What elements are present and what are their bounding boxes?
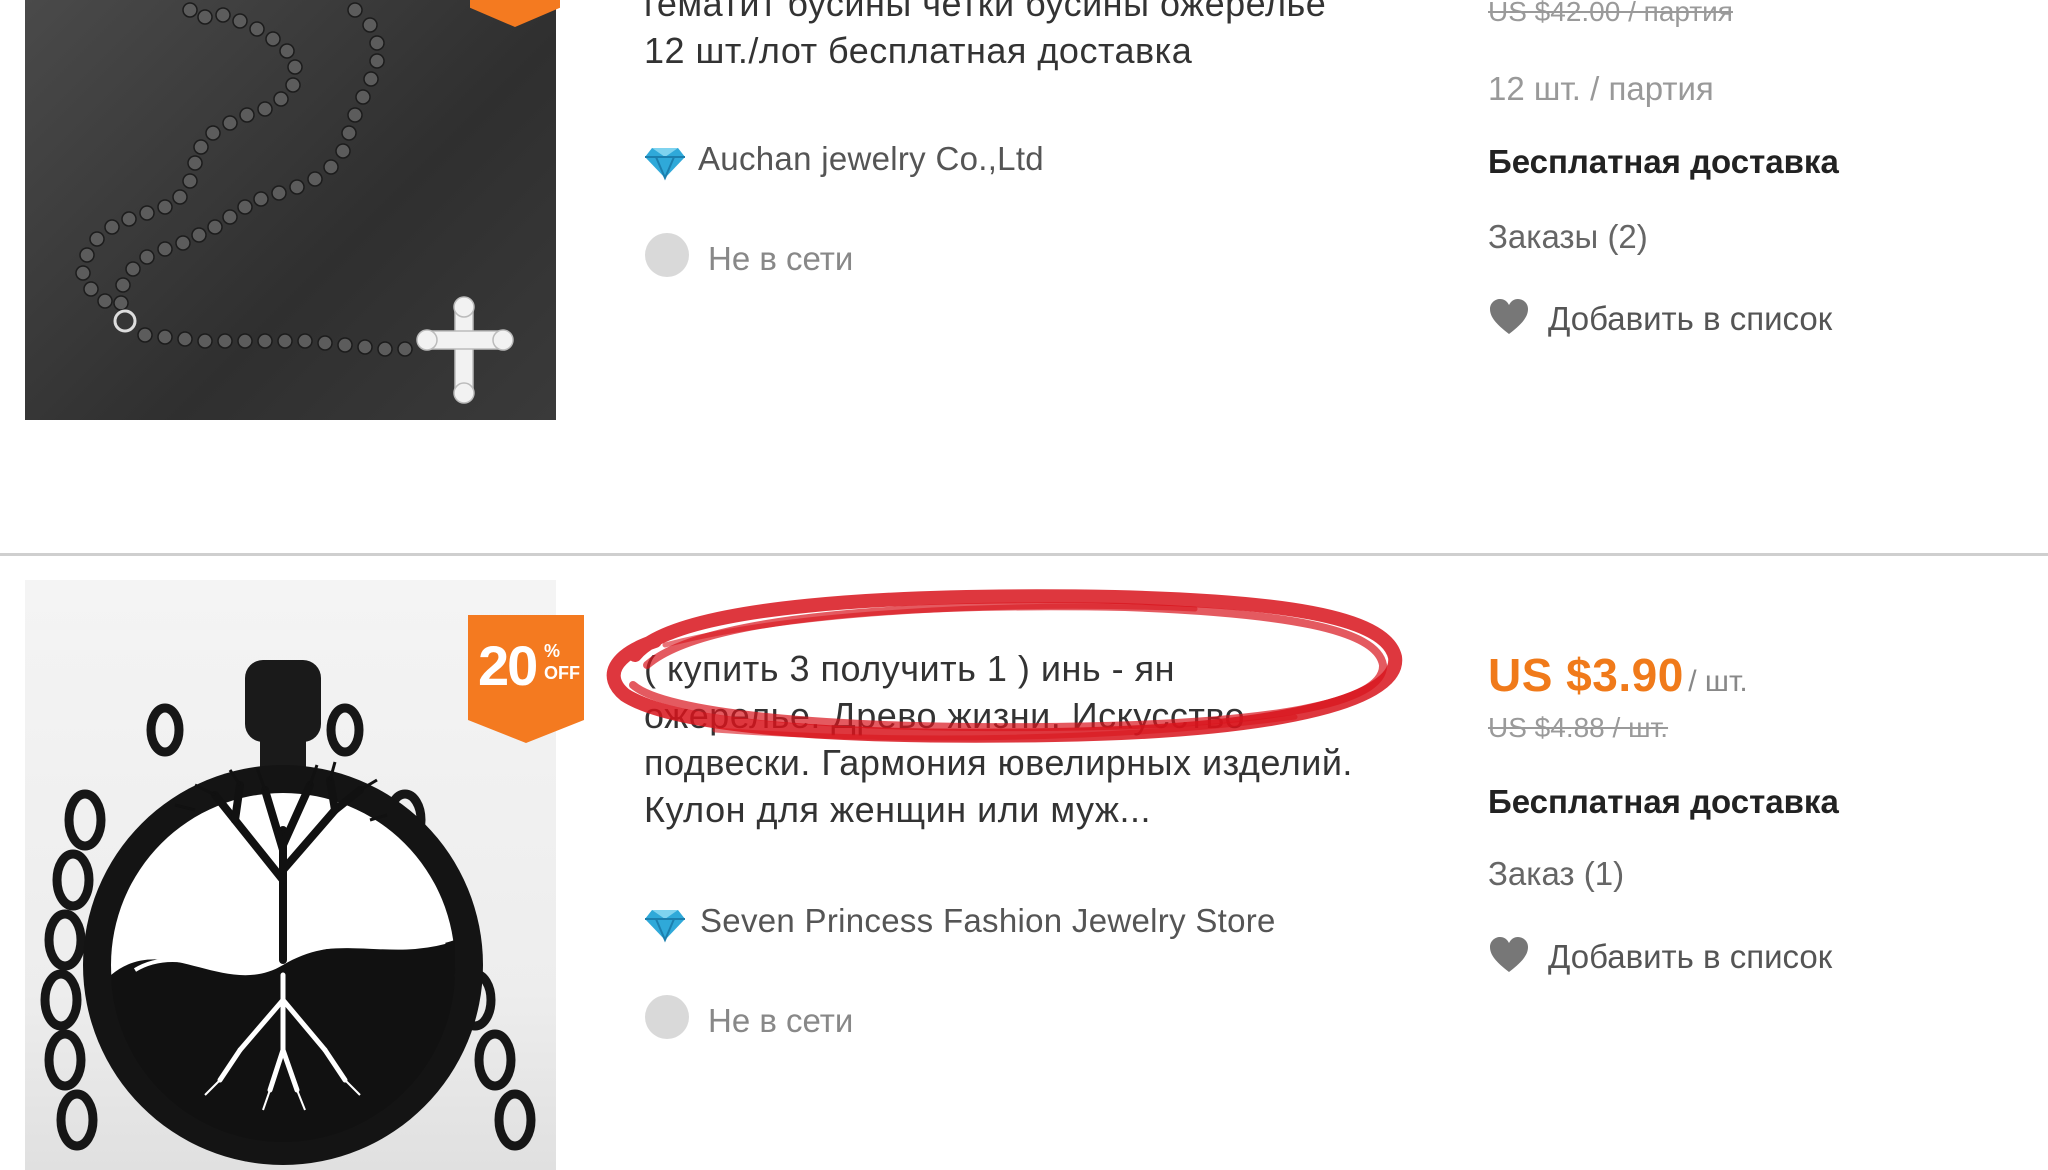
original-price: US $42.00 / партия <box>1488 0 1733 27</box>
product-title[interactable]: гематит бусины четки бусины ожерелье 12 … <box>644 0 1326 74</box>
rosary-necklace-icon <box>75 2 514 404</box>
discount-value: 20 <box>478 634 538 697</box>
discount-off-label: OFF <box>544 663 580 683</box>
price-block: US $3.90 / шт. <box>1488 648 1748 702</box>
diamond-icon <box>645 148 685 181</box>
offline-icon <box>645 995 689 1039</box>
offline-icon <box>645 233 689 277</box>
add-to-wishlist-link[interactable]: Добавить в список <box>1548 300 1832 338</box>
red-annotation-circle <box>606 589 1403 743</box>
orders-count[interactable]: Заказы (2) <box>1488 218 1648 256</box>
free-shipping-label: Бесплатная доставка <box>1488 143 1839 180</box>
discount-percent-sign: % <box>544 641 561 661</box>
product-image-rosary[interactable] <box>25 0 556 420</box>
quantity-per-lot: 12 шт. / партия <box>1488 70 1714 107</box>
discount-badge: 20 % OFF <box>468 615 584 743</box>
free-shipping-label: Бесплатная доставка <box>1488 783 1839 820</box>
heart-icon[interactable] <box>1488 298 1530 336</box>
original-price: US $4.88 / шт. <box>1488 712 1669 743</box>
item-divider <box>0 553 2048 556</box>
sale-price: US $3.90 <box>1488 649 1684 701</box>
title-line: Кулон для женщин или муж... <box>644 789 1151 830</box>
price-unit: / шт. <box>1688 665 1748 698</box>
diamond-icon <box>645 910 685 943</box>
chat-status[interactable]: Не в сети <box>708 1002 853 1040</box>
store-link[interactable]: Auchan jewelry Co.,Ltd <box>698 140 1044 178</box>
heart-icon[interactable] <box>1488 936 1530 974</box>
title-line: 12 шт./лот бесплатная доставка <box>644 30 1193 71</box>
add-to-wishlist-link[interactable]: Добавить в список <box>1548 938 1832 976</box>
store-link[interactable]: Seven Princess Fashion Jewelry Store <box>700 902 1276 940</box>
orders-count[interactable]: Заказ (1) <box>1488 855 1624 893</box>
title-line: гематит бусины четки бусины ожерелье <box>644 0 1327 24</box>
chat-status[interactable]: Не в сети <box>708 240 853 278</box>
